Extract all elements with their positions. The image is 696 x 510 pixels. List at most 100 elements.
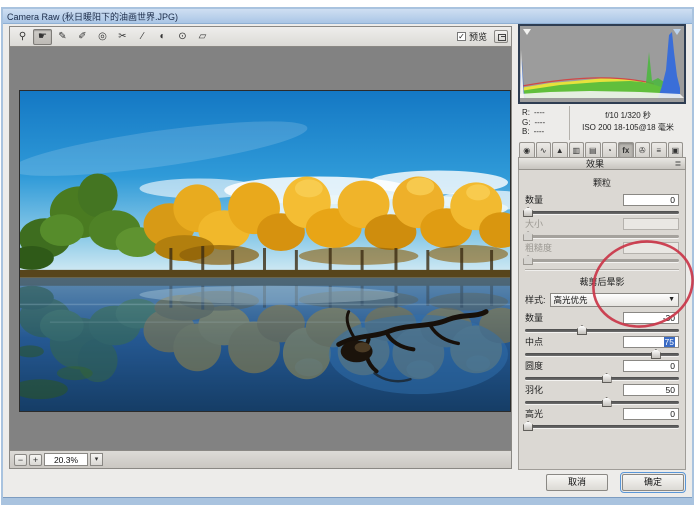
photo-autumn-lake bbox=[19, 90, 511, 412]
red-eye-tool[interactable]: ⊙ bbox=[173, 29, 192, 45]
panel-tabs: ◉ ∿ ▲ ▥ ▤ ◔ fx ✇ ≡ ▣ bbox=[518, 140, 686, 157]
spot-removal-icon: ◐ bbox=[159, 31, 165, 42]
split-toning-icon: ▤ bbox=[589, 146, 597, 155]
vignette-midpoint-slider[interactable] bbox=[525, 353, 679, 356]
basic-icon: ◉ bbox=[523, 146, 530, 155]
vignette-roundness-label: 圆度 bbox=[525, 359, 543, 372]
toolbar: ⚲ ☛ ✎ ✐ ◎ ✂ ∕ ◐ ⊙ ▱ ✓ 预览 bbox=[10, 27, 511, 47]
b-label: B: bbox=[522, 127, 530, 137]
camera-icon: ✇ bbox=[639, 146, 646, 155]
adjustments-panel: R:---- G:---- B:---- f/10 1/320 秒 ISO 20… bbox=[516, 24, 689, 471]
tab-basic[interactable]: ◉ bbox=[519, 142, 535, 157]
vignette-amount-label: 数量 bbox=[525, 311, 543, 324]
slider-knob[interactable] bbox=[602, 397, 612, 407]
preview-pane: ⚲ ☛ ✎ ✐ ◎ ✂ ∕ ◐ ⊙ ▱ ✓ 预览 bbox=[9, 26, 512, 469]
zoom-level-dropdown-icon[interactable]: ▾ bbox=[90, 453, 103, 466]
preview-checkbox[interactable]: ✓ 预览 bbox=[457, 30, 487, 43]
histogram bbox=[518, 24, 686, 104]
window-title: Camera Raw (秋日暖阳下的油画世界.JPG) bbox=[7, 10, 178, 23]
tab-snapshots[interactable]: ▣ bbox=[668, 142, 684, 157]
grain-roughness-value[interactable] bbox=[623, 242, 679, 254]
r-value: ---- bbox=[534, 108, 545, 118]
ok-button[interactable]: 确定 bbox=[622, 474, 684, 491]
vignette-feather-value[interactable]: 50 bbox=[623, 384, 679, 396]
tab-presets[interactable]: ≡ bbox=[651, 142, 667, 157]
graduated-filter-icon: ▱ bbox=[199, 31, 207, 42]
effects-panel-body: 颗粒 数量 0 大小 粗糙度 裁剪后晕影 bbox=[518, 170, 686, 470]
tab-lens-corrections[interactable]: ◔ bbox=[602, 142, 618, 157]
vignette-section-title: 裁剪后晕影 bbox=[525, 275, 679, 288]
tab-hsl-grayscale[interactable]: ▥ bbox=[569, 142, 585, 157]
image-canvas[interactable] bbox=[10, 47, 511, 450]
graduated-filter-tool[interactable]: ▱ bbox=[193, 29, 212, 45]
grain-size-slider[interactable] bbox=[525, 235, 679, 238]
hand-tool[interactable]: ☛ bbox=[33, 29, 52, 45]
vignette-highlights-value[interactable]: 0 bbox=[623, 408, 679, 420]
cancel-button[interactable]: 取消 bbox=[546, 474, 608, 491]
panel-title: 效果 bbox=[519, 157, 671, 170]
snapshots-icon: ▣ bbox=[671, 146, 679, 155]
tab-effects[interactable]: fx bbox=[618, 142, 634, 157]
slider-knob[interactable] bbox=[602, 373, 612, 383]
straighten-icon: ∕ bbox=[142, 31, 144, 42]
grain-size-value[interactable] bbox=[623, 218, 679, 230]
slider-knob[interactable] bbox=[523, 255, 533, 265]
vignette-amount-value[interactable]: -30 bbox=[623, 312, 679, 324]
zoom-icon: ⚲ bbox=[19, 31, 26, 42]
zoom-tool[interactable]: ⚲ bbox=[13, 29, 32, 45]
vignette-amount-slider[interactable] bbox=[525, 329, 679, 332]
effects-fx-icon: fx bbox=[622, 146, 629, 155]
fullscreen-toggle-icon[interactable] bbox=[494, 30, 508, 43]
tab-tone-curve[interactable]: ∿ bbox=[536, 142, 552, 157]
tab-camera-calibration[interactable]: ✇ bbox=[635, 142, 651, 157]
vignette-midpoint-value[interactable]: 75 bbox=[623, 336, 679, 348]
vignette-roundness-value[interactable]: 0 bbox=[623, 360, 679, 372]
grain-amount-value[interactable]: 0 bbox=[623, 194, 679, 206]
tone-curve-icon: ∿ bbox=[540, 146, 547, 155]
vignette-highlights-slider[interactable] bbox=[525, 425, 679, 428]
r-label: R: bbox=[522, 108, 530, 118]
zoom-out-button[interactable]: − bbox=[14, 454, 27, 466]
grain-size-label: 大小 bbox=[525, 217, 543, 230]
vignette-roundness-slider[interactable] bbox=[525, 377, 679, 380]
hsl-icon: ▥ bbox=[572, 146, 580, 155]
vignette-feather-label: 羽化 bbox=[525, 383, 543, 396]
vignette-style-value: 高光优先 bbox=[554, 294, 669, 306]
preview-label: 预览 bbox=[469, 30, 487, 43]
g-label: G: bbox=[522, 118, 530, 128]
slider-knob[interactable] bbox=[523, 421, 533, 431]
color-sampler-tool[interactable]: ✐ bbox=[73, 29, 92, 45]
slider-knob[interactable] bbox=[523, 207, 533, 217]
exif-info: R:---- G:---- B:---- f/10 1/320 秒 ISO 20… bbox=[518, 106, 686, 140]
white-balance-tool[interactable]: ✎ bbox=[53, 29, 72, 45]
target-icon: ◎ bbox=[98, 31, 107, 42]
zoom-level-value[interactable]: 20.3% bbox=[44, 453, 88, 466]
straighten-tool[interactable]: ∕ bbox=[133, 29, 152, 45]
g-value: ---- bbox=[534, 118, 545, 128]
red-eye-icon: ⊙ bbox=[178, 31, 186, 42]
b-value: ---- bbox=[534, 127, 545, 137]
vignette-highlights-label: 高光 bbox=[525, 407, 543, 420]
slider-knob[interactable] bbox=[651, 349, 661, 359]
slider-knob[interactable] bbox=[577, 325, 587, 335]
targeted-adjustment-tool[interactable]: ◎ bbox=[93, 29, 112, 45]
zoom-in-button[interactable]: + bbox=[29, 454, 42, 466]
slider-knob[interactable] bbox=[523, 231, 533, 241]
eyedropper-icon: ✎ bbox=[58, 31, 66, 42]
section-divider bbox=[525, 269, 679, 271]
crop-icon: ✂ bbox=[118, 31, 126, 42]
selected-text: 75 bbox=[664, 337, 675, 347]
camera-raw-window: Camera Raw (秋日暖阳下的油画世界.JPG) ⚲ ☛ ✎ ✐ ◎ ✂ … bbox=[1, 7, 694, 505]
spot-removal-tool[interactable]: ◐ bbox=[153, 29, 172, 45]
vignette-style-dropdown[interactable]: 高光优先 ▼ bbox=[550, 293, 679, 307]
color-sampler-icon: ✐ bbox=[78, 31, 86, 42]
panel-menu-icon[interactable]: ≣ bbox=[671, 159, 685, 168]
grain-amount-slider[interactable] bbox=[525, 211, 679, 214]
crop-tool[interactable]: ✂ bbox=[113, 29, 132, 45]
grain-roughness-label: 粗糙度 bbox=[525, 241, 552, 254]
tab-split-toning[interactable]: ▤ bbox=[585, 142, 601, 157]
grain-roughness-slider[interactable] bbox=[525, 259, 679, 262]
checkbox-check-icon[interactable]: ✓ bbox=[457, 32, 466, 41]
tab-detail[interactable]: ▲ bbox=[552, 142, 568, 157]
vignette-feather-slider[interactable] bbox=[525, 401, 679, 404]
